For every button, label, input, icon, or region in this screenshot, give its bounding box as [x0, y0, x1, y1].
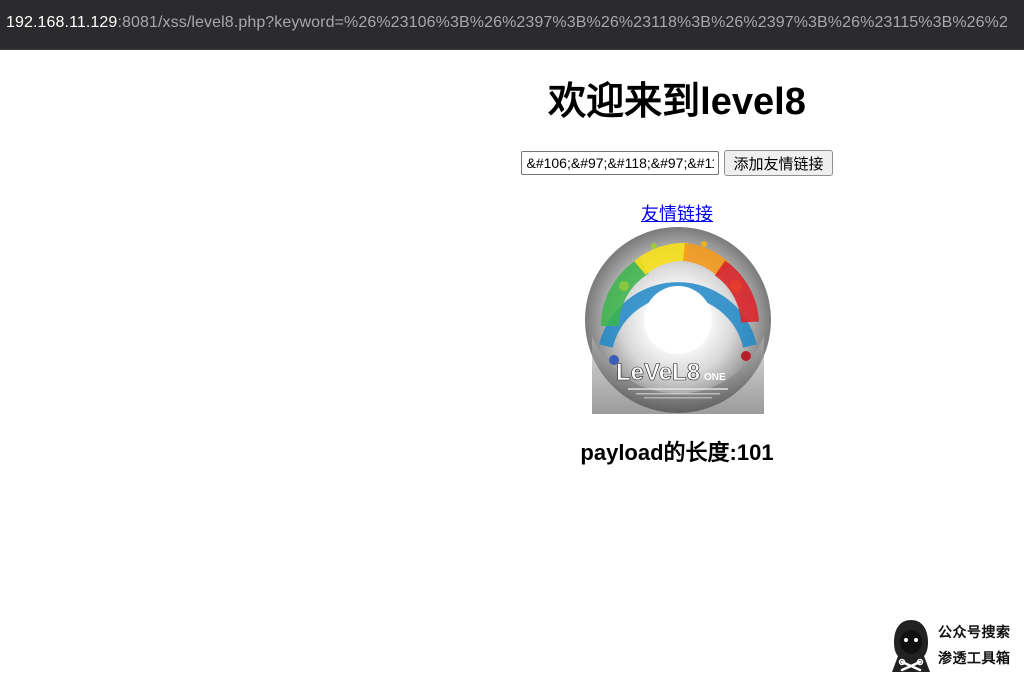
- page-content: 欢迎来到level8 添加友情链接 友情链接: [330, 50, 1024, 678]
- keyword-form: 添加友情链接: [330, 150, 1024, 176]
- disc-suffix-text: ONE: [704, 372, 726, 383]
- watermark-line2: 渗透工具箱: [938, 651, 1011, 667]
- page-title: 欢迎来到level8: [548, 81, 806, 123]
- hooded-figure-logo-icon: [892, 620, 930, 672]
- payload-length-heading: payload的长度:101: [580, 440, 774, 465]
- url-path: :8081/xss/level8.php?keyword=%26%23106%3…: [117, 14, 1009, 31]
- add-friend-link-button[interactable]: 添加友情链接: [724, 150, 833, 176]
- browser-address-bar[interactable]: 192.168.11.129:8081/xss/level8.php?keywo…: [0, 0, 1024, 50]
- level8-cd-image: LeVeL8 ONE: [585, 227, 771, 414]
- friend-link[interactable]: 友情链接: [641, 204, 713, 224]
- keyword-input[interactable]: [521, 151, 720, 175]
- url-host: 192.168.11.129: [6, 14, 118, 31]
- watermark-text: 公众号搜索 渗透工具箱: [938, 620, 1011, 672]
- disc-logo-text: LeVeL8: [616, 359, 700, 386]
- url-text[interactable]: 192.168.11.129:8081/xss/level8.php?keywo…: [6, 13, 1008, 33]
- friend-link-container: 友情链接: [330, 202, 1024, 226]
- watermark-line1: 公众号搜索: [938, 625, 1011, 641]
- watermark: 公众号搜索 渗透工具箱: [886, 616, 1024, 678]
- disc-center-hole: [644, 286, 712, 354]
